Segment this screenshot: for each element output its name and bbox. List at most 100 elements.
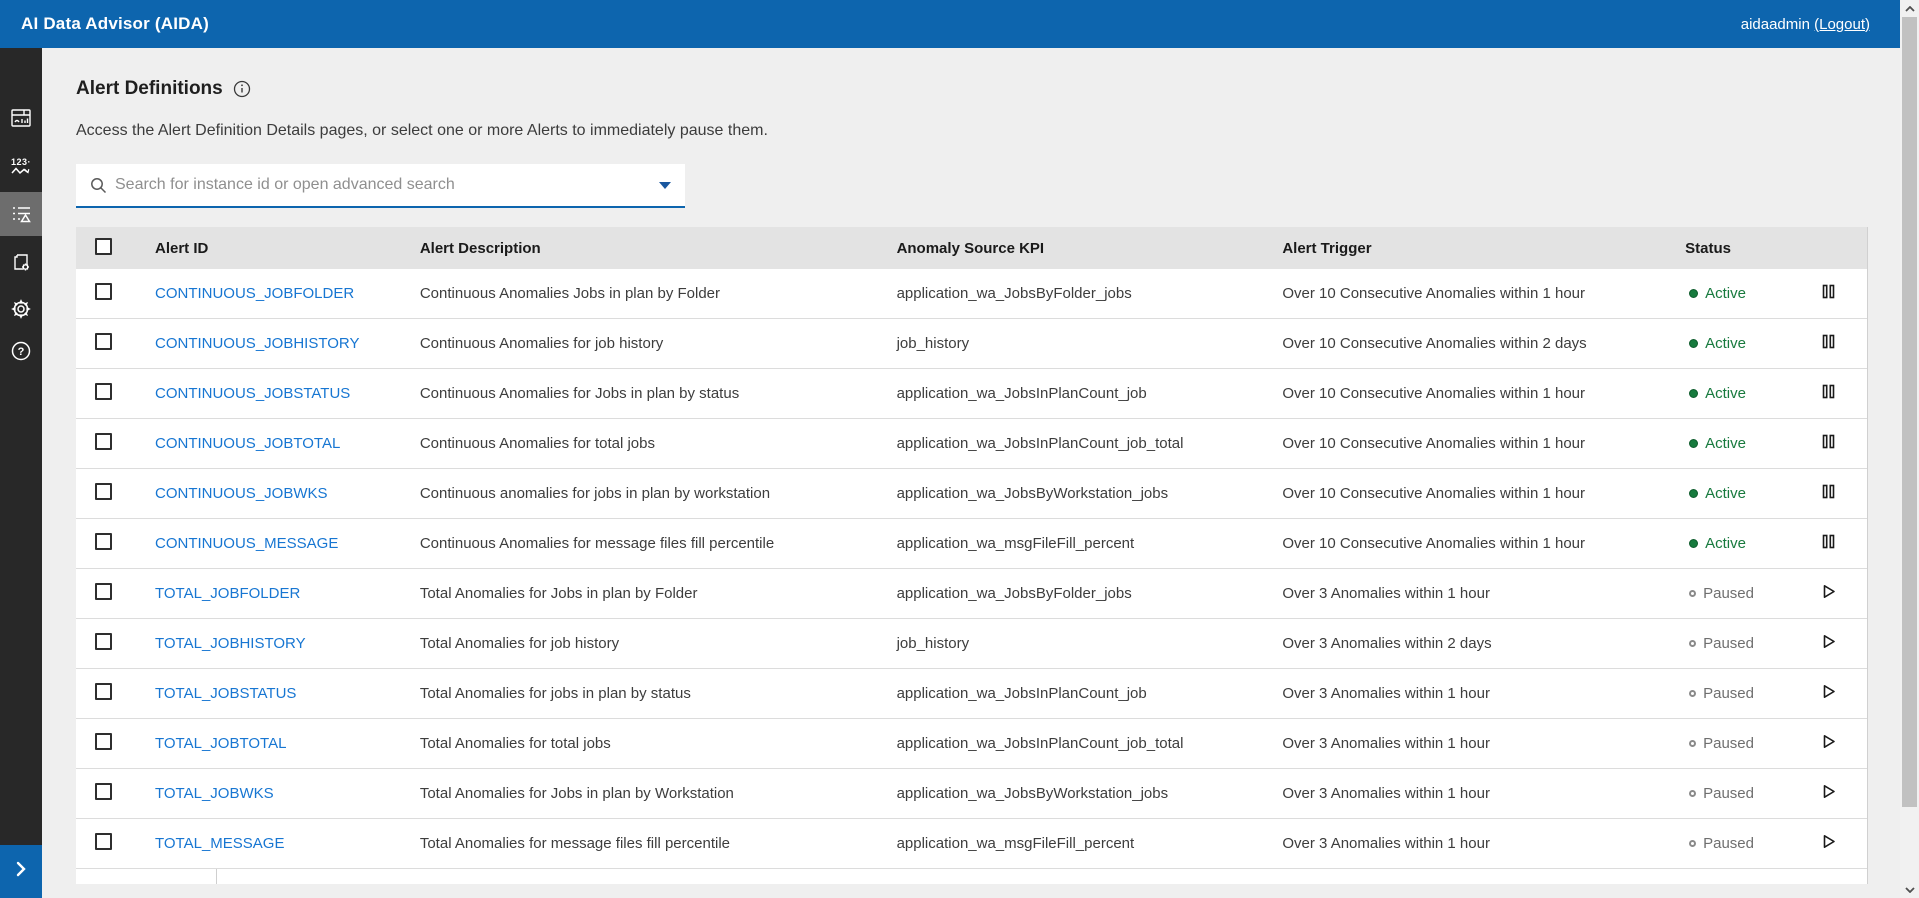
- table-row: TOTAL_JOBHISTORY Total Anomalies for job…: [76, 619, 1867, 669]
- alert-list-delta-icon: [12, 206, 31, 223]
- anomaly-source-kpi: application_wa_msgFileFill_percent: [873, 835, 1259, 852]
- alert-trigger: Over 3 Anomalies within 1 hour: [1258, 735, 1661, 752]
- search-icon: [90, 177, 107, 194]
- play-button[interactable]: [1822, 784, 1836, 799]
- row-checkbox[interactable]: [95, 683, 112, 700]
- sidebar-item-kpis[interactable]: 123·: [0, 144, 42, 188]
- play-button[interactable]: [1822, 634, 1836, 649]
- row-checkbox[interactable]: [95, 433, 112, 450]
- play-button[interactable]: [1822, 684, 1836, 699]
- alert-id-link[interactable]: TOTAL_JOBHISTORY: [155, 635, 306, 652]
- scroll-down-arrow-icon[interactable]: [1900, 881, 1919, 898]
- question-circle-icon: ?: [11, 341, 31, 361]
- dropdown-caret-icon[interactable]: [659, 182, 671, 189]
- status-label: Active: [1705, 435, 1746, 452]
- vertical-scrollbar[interactable]: [1900, 0, 1919, 898]
- alert-trigger: Over 3 Anomalies within 2 days: [1258, 635, 1661, 652]
- alert-trigger: Over 3 Anomalies within 1 hour: [1258, 785, 1661, 802]
- sidebar-item-alert-definitions[interactable]: [0, 192, 42, 236]
- alert-description: Continuous anomalies for jobs in plan by…: [396, 485, 873, 502]
- sidebar-item-settings[interactable]: [0, 287, 42, 331]
- sidebar-item-help[interactable]: ?: [0, 329, 42, 373]
- select-all-checkbox[interactable]: [95, 238, 112, 255]
- alert-description: Continuous Anomalies for total jobs: [396, 435, 873, 452]
- status-label: Paused: [1703, 685, 1754, 702]
- alert-id-link[interactable]: CONTINUOUS_JOBFOLDER: [155, 285, 354, 302]
- status-badge: Paused: [1689, 735, 1754, 752]
- table-row: CONTINUOUS_JOBFOLDER Continuous Anomalie…: [76, 269, 1867, 319]
- alert-trigger: Over 10 Consecutive Anomalies within 1 h…: [1258, 285, 1661, 302]
- row-checkbox[interactable]: [95, 583, 112, 600]
- alert-description: Continuous Anomalies for Jobs in plan by…: [396, 385, 873, 402]
- play-button[interactable]: [1822, 584, 1836, 599]
- app-title: AI Data Advisor (AIDA): [21, 14, 209, 34]
- alert-id-link[interactable]: TOTAL_JOBFOLDER: [155, 585, 300, 602]
- pause-button[interactable]: [1822, 534, 1835, 549]
- svg-text:?: ?: [18, 346, 25, 358]
- gear-icon: [11, 299, 31, 319]
- alert-id-link[interactable]: TOTAL_MESSAGE: [155, 835, 285, 852]
- play-button[interactable]: [1822, 834, 1836, 849]
- table-row: CONTINUOUS_JOBTOTAL Continuous Anomalies…: [76, 419, 1867, 469]
- row-checkbox[interactable]: [95, 783, 112, 800]
- sidebar-item-definition-settings[interactable]: [0, 240, 42, 284]
- alert-id-link[interactable]: CONTINUOUS_JOBHISTORY: [155, 335, 359, 352]
- alert-trigger: Over 10 Consecutive Anomalies within 1 h…: [1258, 435, 1661, 452]
- chevron-right-icon: [15, 861, 27, 882]
- alert-id-link[interactable]: TOTAL_JOBSTATUS: [155, 685, 296, 702]
- anomaly-source-kpi: application_wa_JobsByWorkstation_jobs: [873, 485, 1259, 502]
- alert-id-link[interactable]: CONTINUOUS_MESSAGE: [155, 535, 338, 552]
- column-header-trigger: Alert Trigger: [1258, 240, 1661, 257]
- row-checkbox[interactable]: [95, 533, 112, 550]
- table-row: CONTINUOUS_JOBWKS Continuous anomalies f…: [76, 469, 1867, 519]
- pause-button[interactable]: [1822, 384, 1835, 399]
- status-label: Active: [1705, 335, 1746, 352]
- pause-button[interactable]: [1822, 284, 1835, 299]
- status-dot-icon: [1689, 740, 1696, 747]
- status-dot-icon: [1689, 840, 1696, 847]
- status-badge: Paused: [1689, 585, 1754, 602]
- kpi-123-trend-icon: 123·: [11, 158, 31, 175]
- scrollbar-thumb[interactable]: [1902, 17, 1917, 807]
- alert-trigger: Over 3 Anomalies within 1 hour: [1258, 685, 1661, 702]
- alert-id-link[interactable]: CONTINUOUS_JOBTOTAL: [155, 435, 340, 452]
- row-checkbox[interactable]: [95, 333, 112, 350]
- table-row: TOTAL_JOBSTATUS Total Anomalies for jobs…: [76, 669, 1867, 719]
- sidebar-expand-button[interactable]: [0, 845, 42, 898]
- alert-id-link[interactable]: TOTAL_JOBWKS: [155, 785, 274, 802]
- row-checkbox[interactable]: [95, 483, 112, 500]
- status-label: Paused: [1703, 785, 1754, 802]
- row-checkbox[interactable]: [95, 383, 112, 400]
- alert-trigger: Over 10 Consecutive Anomalies within 1 h…: [1258, 485, 1661, 502]
- pause-button[interactable]: [1822, 334, 1835, 349]
- alert-description: Continuous Anomalies Jobs in plan by Fol…: [396, 285, 873, 302]
- pause-button[interactable]: [1822, 484, 1835, 499]
- alert-id-link[interactable]: TOTAL_JOBTOTAL: [155, 735, 286, 752]
- row-checkbox[interactable]: [95, 733, 112, 750]
- scroll-up-arrow-icon[interactable]: [1900, 0, 1919, 17]
- row-checkbox[interactable]: [95, 633, 112, 650]
- status-badge: Active: [1689, 335, 1746, 352]
- status-label: Active: [1705, 535, 1746, 552]
- status-badge: Paused: [1689, 685, 1754, 702]
- row-checkbox[interactable]: [95, 283, 112, 300]
- user-area: aidaadmin (Logout): [1741, 16, 1870, 33]
- info-circle-icon[interactable]: [233, 80, 251, 98]
- sidebar-item-dashboard[interactable]: [0, 96, 42, 140]
- table-body: CONTINUOUS_JOBFOLDER Continuous Anomalie…: [76, 269, 1867, 869]
- play-button[interactable]: [1822, 734, 1836, 749]
- pause-button[interactable]: [1822, 434, 1835, 449]
- search-input[interactable]: [115, 176, 653, 194]
- sidebar: 123·: [0, 48, 42, 898]
- table-row: TOTAL_JOBFOLDER Total Anomalies for Jobs…: [76, 569, 1867, 619]
- anomaly-source-kpi: job_history: [873, 335, 1259, 352]
- logout-link[interactable]: (Logout): [1814, 16, 1870, 33]
- alert-id-link[interactable]: CONTINUOUS_JOBSTATUS: [155, 385, 350, 402]
- anomaly-source-kpi: application_wa_JobsInPlanCount_job: [873, 685, 1259, 702]
- alert-id-link[interactable]: CONTINUOUS_JOBWKS: [155, 485, 328, 502]
- row-checkbox[interactable]: [95, 833, 112, 850]
- status-dot-icon: [1689, 539, 1698, 548]
- status-dot-icon: [1689, 690, 1696, 697]
- status-badge: Paused: [1689, 785, 1754, 802]
- alerts-table: Alert ID Alert Description Anomaly Sourc…: [76, 227, 1868, 884]
